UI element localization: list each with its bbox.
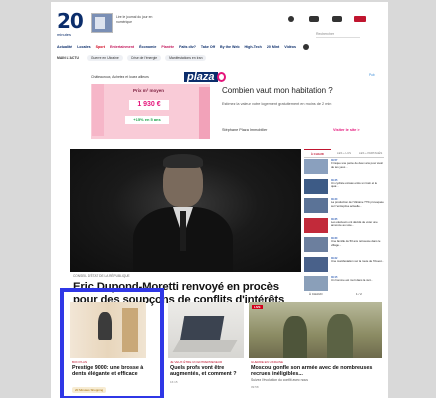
nav-item-faits-divers[interactable]: Faits div? xyxy=(179,45,196,49)
selection-highlight-box xyxy=(60,288,164,398)
article-card-image xyxy=(249,302,382,358)
sub-nav: MAIN L'ACTU Guerre en Ukraine Crise de l… xyxy=(57,55,207,61)
article-card-title[interactable]: Quels profs vont être augmentés, et comm… xyxy=(170,365,242,377)
feed-item[interactable]: 09:30 Une famille de 50 ans retrouvée dan… xyxy=(304,237,384,256)
nav-item-20-mint[interactable]: 20 Mint xyxy=(267,45,279,49)
ad-decoration xyxy=(92,84,210,139)
nav-item-videos[interactable]: Vidéos xyxy=(284,45,296,49)
news-feed-panel: À CHAUD LES + LUS LES + PARTAGÉS 09:57 Il… xyxy=(304,149,384,309)
subnav-chip-energie[interactable]: Crise de l'énergie xyxy=(126,55,162,61)
feed-item-thumbnail xyxy=(304,198,328,213)
feed-item-thumbnail xyxy=(304,178,328,194)
ad-price: 1 930 € xyxy=(129,100,169,110)
feed-item-text: La production de l'Ukraine ??% provoquée… xyxy=(331,200,384,208)
hero-figure-tie xyxy=(180,211,186,251)
nav-item-sport[interactable]: Sport xyxy=(96,45,105,49)
article-card-moscou[interactable]: LIVE GUERRE EN UKRAINE Moscou gonfle son… xyxy=(249,302,382,398)
nav-item-economie[interactable]: Économie xyxy=(139,45,156,49)
hero-figure-hair xyxy=(163,154,203,168)
main-nav: Actualité Locales Sport Entertainment Éc… xyxy=(57,44,387,50)
ad-trend: +15% en 5 ans xyxy=(125,116,169,124)
feed-item-text: Il risque une peine de deux ans pour avo… xyxy=(331,161,384,169)
tab-a-chaud[interactable]: À CHAUD xyxy=(304,149,331,157)
feed-item-thumbnail xyxy=(304,237,328,252)
feed-item-thumbnail xyxy=(304,159,328,174)
ad-headline[interactable]: Combien vaut mon habitation ? xyxy=(222,86,372,95)
nav-item-locales[interactable]: Locales xyxy=(77,45,90,49)
newsletter-icon[interactable] xyxy=(331,16,343,23)
nav-item-by-the-web[interactable]: By the Web xyxy=(220,45,240,49)
ad-advertiser: Stéphane Plaza Immobilier xyxy=(222,128,268,132)
nav-item-high-tech[interactable]: High-Tech xyxy=(245,45,262,49)
article-card-kicker: GUERRE EN UKRAINE xyxy=(251,360,284,364)
nav-item-actualite[interactable]: Actualité xyxy=(57,45,72,49)
feed-item[interactable]: 09:45 Un cycliste écrasé entre un train e… xyxy=(304,178,384,198)
feed-footer-label[interactable]: À CHAUD xyxy=(309,292,323,296)
article-card-profs[interactable]: JE VEUX ÊTRE UN ENTREPRENEUR Quels profs… xyxy=(168,302,244,398)
header-icons xyxy=(285,16,366,23)
account-icon[interactable] xyxy=(354,16,366,23)
nav-item-take-off[interactable]: Take Off xyxy=(201,45,215,49)
article-card-description: Suivez l'évolution du conflit avec nous xyxy=(251,378,309,382)
feed-item[interactable]: 09:35 Les électeurs ont décidé de voter u… xyxy=(304,217,384,237)
search-input[interactable]: Rechercher xyxy=(316,32,360,38)
hero-image[interactable] xyxy=(70,149,301,272)
weather-icon[interactable] xyxy=(285,16,297,23)
ad-brand-mark-icon xyxy=(217,72,226,82)
games-icon[interactable] xyxy=(308,16,320,23)
nav-item-entertainment[interactable]: Entertainment xyxy=(110,45,134,49)
feed-item[interactable]: 09:40 La production de l'Ukraine ??% prov… xyxy=(304,198,384,217)
article-card-kicker: JE VEUX ÊTRE UN ENTREPRENEUR xyxy=(170,360,223,364)
feed-item-thumbnail xyxy=(304,276,328,291)
ad-visit-link[interactable]: Visiter le site > xyxy=(333,128,360,132)
feed-item-thumbnail xyxy=(304,256,328,272)
feed-item[interactable]: 09:22 Une manifestation sur la route de l… xyxy=(304,256,384,276)
hero-kicker: CONSEIL D'ÉTAT DE LA RÉPUBLIQUE xyxy=(73,274,130,278)
feed-item-text: Les électeurs ont décidé de voter une an… xyxy=(331,219,378,228)
feed-tabs: À CHAUD LES + LUS LES + PARTAGÉS xyxy=(304,149,384,158)
article-card-image xyxy=(168,302,244,358)
feed-item[interactable]: 09:57 Il risque une peine de deux ans pou… xyxy=(304,159,384,178)
subnav-chip-iran[interactable]: Manifestations en Iran xyxy=(165,55,207,61)
article-card-meta: 09:58 xyxy=(251,385,259,389)
ad-brand-logo[interactable]: plaza xyxy=(184,72,218,83)
newspaper-promo-text[interactable]: Lire le journal du jour en numérique xyxy=(116,15,156,24)
subnav-chip-ukraine[interactable]: Guerre en Ukraine xyxy=(86,55,123,61)
tab-plus-partages[interactable]: LES + PARTAGÉS xyxy=(357,149,384,157)
nav-item-planete[interactable]: Planète xyxy=(161,45,174,49)
site-logo[interactable]: 20 minutes xyxy=(57,9,84,40)
feed-item-text: Un cycliste écrasé entre un train et le … xyxy=(331,180,378,189)
ad-price-label: Prix m² moyen xyxy=(133,88,165,93)
feed-item-text: Une manifestation sur la route de l'Oues… xyxy=(331,258,384,263)
feed-pager[interactable]: 1 / 2 xyxy=(356,292,362,296)
live-badge: LIVE xyxy=(252,305,263,309)
article-card-meta: 16:15 xyxy=(170,380,178,384)
logo-number: 20 xyxy=(57,9,84,33)
ad-description: Estimez la valeur votre logement gratuit… xyxy=(222,102,332,106)
ad-banner[interactable]: Prix m² moyen 1 930 € +15% en 5 ans xyxy=(91,84,210,139)
tab-plus-lus[interactable]: LES + LUS xyxy=(331,149,358,157)
subnav-label: MAIN L'ACTU xyxy=(57,56,79,60)
logo-subtitle: minutes xyxy=(57,32,72,37)
user-icon[interactable] xyxy=(302,44,309,50)
newspaper-thumbnail[interactable] xyxy=(91,13,113,33)
ad-choices-icon[interactable]: Pub xyxy=(369,73,375,77)
article-card-title[interactable]: Moscou gonfle son armée avec de nombreus… xyxy=(251,365,380,377)
ad-label: Châteauroux, Achetez et louez ailleurs xyxy=(91,75,149,79)
feed-item-text: Une famille de 50 ans retrouvée dans le … xyxy=(331,239,381,247)
feed-item-thumbnail xyxy=(304,217,328,233)
feed-item-text: Un homme est mort dans la nuit... xyxy=(331,278,373,283)
